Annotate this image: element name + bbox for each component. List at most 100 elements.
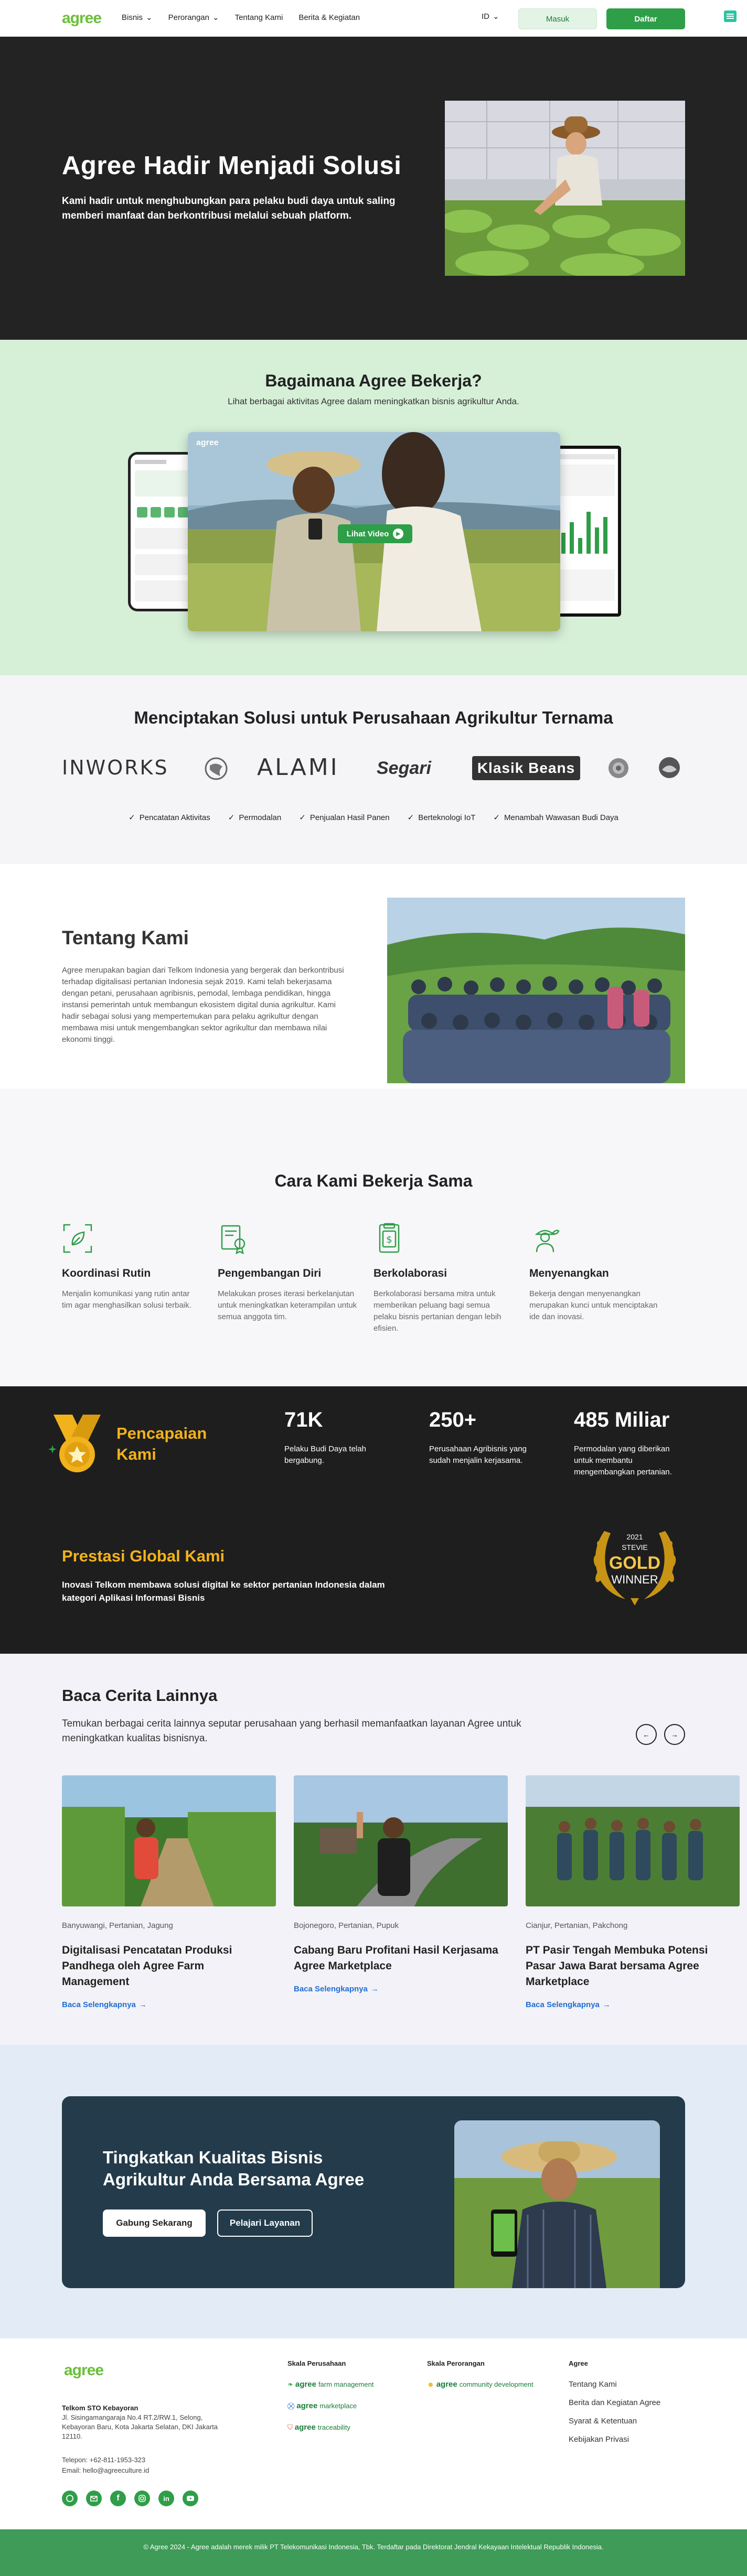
check-icon: ✓ — [129, 813, 135, 822]
arrow-right-icon: → — [370, 1985, 379, 1993]
footer-link[interactable]: Tentang Kami — [569, 2380, 660, 2389]
document-dollar-icon: $ — [379, 1223, 400, 1253]
read-more-link[interactable]: Baca Selengkapnya → — [62, 2000, 276, 2009]
linkedin-icon[interactable]: in — [158, 2491, 174, 2506]
email-icon[interactable] — [86, 2491, 102, 2506]
farmer-icon — [535, 1230, 560, 1253]
marketplace-link[interactable]: ⛒ agree marketplace — [287, 2401, 374, 2410]
menu-item-perorangan[interactable]: Perorangan ⌄ — [168, 13, 219, 23]
certificate-icon — [221, 1225, 246, 1255]
menu-item-berita[interactable]: Berita & Kegiatan — [298, 13, 360, 22]
footer-email[interactable]: Email: hello@agreeculture.id — [62, 2465, 149, 2476]
hero-title: Agree Hadir Menjadi Solusi — [62, 152, 402, 180]
chevron-down-icon: ⌄ — [493, 12, 499, 21]
footer-agree-logo[interactable]: agree — [64, 2362, 104, 2379]
agree-logo[interactable]: agree — [62, 9, 102, 27]
footer-col-personal: Skala Perorangan ☻ agree community develop… — [427, 2359, 533, 2401]
footer-phone: Telepon: +62-811-1953-323 — [62, 2456, 146, 2464]
stat-farmers: 71K Pelaku Budi Daya telah bergabung. — [284, 1408, 389, 1467]
traceability-link[interactable]: ⛉ agree traceability — [287, 2423, 374, 2432]
arrow-right-icon: → — [602, 2000, 611, 2009]
work-item-title: Berkolaborasi — [374, 1267, 447, 1279]
award-org: STEVIE — [622, 1543, 648, 1551]
check-icon: ✓ — [407, 813, 414, 822]
work-item-desc: Bekerja dengan menyenangkan merupakan ku… — [529, 1289, 658, 1321]
whatsapp-icon[interactable] — [62, 2491, 78, 2506]
farm-management-link[interactable]: ❧ agree farm management — [287, 2380, 374, 2389]
arrow-right-icon: → — [138, 2000, 147, 2009]
work-item-desc: Menjalin komunikasi yang rutin antar tim… — [62, 1289, 191, 1310]
footer-link[interactable]: Berita dan Kegiatan Agree — [569, 2398, 660, 2407]
menu-item-bisnis[interactable]: Bisnis ⌄ — [122, 13, 153, 23]
award-label: WINNER — [611, 1573, 658, 1586]
register-button[interactable]: Daftar — [606, 8, 685, 29]
cta-farmer-photo — [454, 2120, 660, 2288]
stat-value: 485 Miliar — [574, 1408, 670, 1431]
address-title: Telkom STO Kebayoran — [62, 2404, 138, 2412]
next-arrow-button[interactable]: → — [664, 1724, 685, 1745]
footer-col-title: Agree — [569, 2359, 588, 2367]
globe-logo — [205, 757, 228, 780]
inworks-logo: INWORKS — [62, 756, 169, 779]
emblem-logo — [609, 758, 628, 778]
youtube-icon[interactable] — [183, 2491, 198, 2506]
story-card[interactable]: Cianjur, Pertanian, Pakchong PT Pasir Te… — [526, 1775, 740, 2009]
watch-video-button[interactable]: Lihat Video ▶ — [338, 524, 412, 543]
app-menu-icon[interactable] — [723, 9, 738, 23]
prev-arrow-button[interactable]: ← — [636, 1724, 657, 1745]
stories-title: Baca Cerita Lainnya — [62, 1686, 218, 1705]
story-image — [526, 1775, 740, 1906]
chevron-down-icon: ⌄ — [212, 13, 219, 22]
community-development-link[interactable]: ☻ agree community development — [427, 2380, 533, 2389]
how-title: Bagaimana Agree Bekerja? — [265, 371, 482, 390]
work-item-desc: Melakukan proses iterasi berkelanjutan u… — [218, 1289, 357, 1321]
global-achievement-desc: Inovasi Telkom membawa solusi digital ke… — [62, 1580, 385, 1603]
feature-item: ✓ Pencatatan Aktivitas — [129, 813, 210, 823]
arrow-right-icon: → — [671, 1730, 678, 1739]
client-logos: INWORKS ALAMI Segari Klasik Beans — [62, 749, 685, 785]
learn-services-button[interactable]: Pelajari Layanan — [217, 2209, 313, 2237]
instagram-icon[interactable] — [134, 2491, 150, 2506]
about-body: Agree merupakan bagian dari Telkom Indon… — [62, 966, 344, 1044]
work-item: Menyenangkan Bekerja dengan menyenangkan… — [529, 1223, 685, 1334]
check-icon: ✓ — [493, 813, 500, 822]
language-selector[interactable]: ID ⌄ — [482, 12, 499, 21]
read-more-link[interactable]: Baca Selengkapnya → — [294, 1985, 508, 1993]
work-items: Koordinasi Rutin Menjalin komunikasi yan… — [62, 1223, 685, 1334]
how-subtitle: Lihat berbagai aktivitas Agree dalam men… — [228, 396, 519, 406]
login-button[interactable]: Masuk — [518, 8, 597, 29]
work-item: $ Berkolaborasi Berkolaborasi bersama mi… — [374, 1223, 529, 1334]
svg-text:$: $ — [386, 1234, 392, 1245]
story-title: PT Pasir Tengah Membuka Potensi Pasar Ja… — [526, 1944, 708, 1988]
story-title: Digitalisasi Pencatatan Produksi Pandheg… — [62, 1944, 232, 1988]
work-item: Koordinasi Rutin Menjalin komunikasi yan… — [62, 1223, 218, 1334]
menu-item-tentang-kami[interactable]: Tentang Kami — [235, 13, 283, 22]
klasik-beans-logo: Klasik Beans — [472, 756, 580, 780]
story-card[interactable]: Banyuwangi, Pertanian, Jagung Digitalisa… — [62, 1775, 276, 2009]
cta-box: Tingkatkan Kualitas Bisnis Agrikultur An… — [62, 2096, 685, 2288]
hero-section: Agree Hadir Menjadi Solusi Kami hadir un… — [0, 37, 747, 340]
cta-title: Tingkatkan Kualitas Bisnis Agrikultur An… — [103, 2148, 365, 2189]
phone-mockup — [128, 452, 196, 611]
stat-desc: Perusahaan Agribisnis yang sudah menjali… — [429, 1445, 527, 1465]
facebook-icon[interactable]: f — [110, 2491, 126, 2506]
achievements-section: Pencapaian Kami 71K Pelaku Budi Daya tel… — [0, 1386, 747, 1654]
how-we-work-section: Cara Kami Bekerja Sama Koordinasi Rutin … — [0, 1088, 747, 1386]
stories-section: Baca Cerita Lainnya Temukan berbagai cer… — [0, 1654, 747, 2045]
read-more-link[interactable]: Baca Selengkapnya → — [526, 2000, 740, 2009]
story-card[interactable]: Bojonegoro, Pertanian, Pupuk Cabang Baru… — [294, 1775, 508, 1993]
video-thumbnail[interactable]: agree Lihat Video ▶ — [188, 432, 560, 631]
footer-col-agree: Agree Tentang Kami Berita dan Kegiatan A… — [569, 2359, 660, 2453]
footer-link[interactable]: Syarat & Ketentuan — [569, 2417, 660, 2426]
story-tags: Cianjur, Pertanian, Pakchong — [526, 1921, 628, 1930]
work-title: Cara Kami Bekerja Sama — [274, 1171, 473, 1190]
story-image — [294, 1775, 508, 1906]
stat-value: 250+ — [429, 1408, 477, 1431]
shield-icon: ⛉ — [287, 2423, 293, 2431]
footer-col-title: Skala Perusahaan — [287, 2359, 346, 2367]
stat-capital: 485 Miliar Permodalan yang diberikan unt… — [574, 1408, 689, 1478]
footer-link[interactable]: Kebijakan Privasi — [569, 2435, 660, 2444]
check-icon: ✓ — [299, 813, 306, 822]
join-now-button[interactable]: Gabung Sekarang — [103, 2209, 206, 2237]
feature-item: ✓ Berteknologi IoT — [407, 813, 476, 823]
